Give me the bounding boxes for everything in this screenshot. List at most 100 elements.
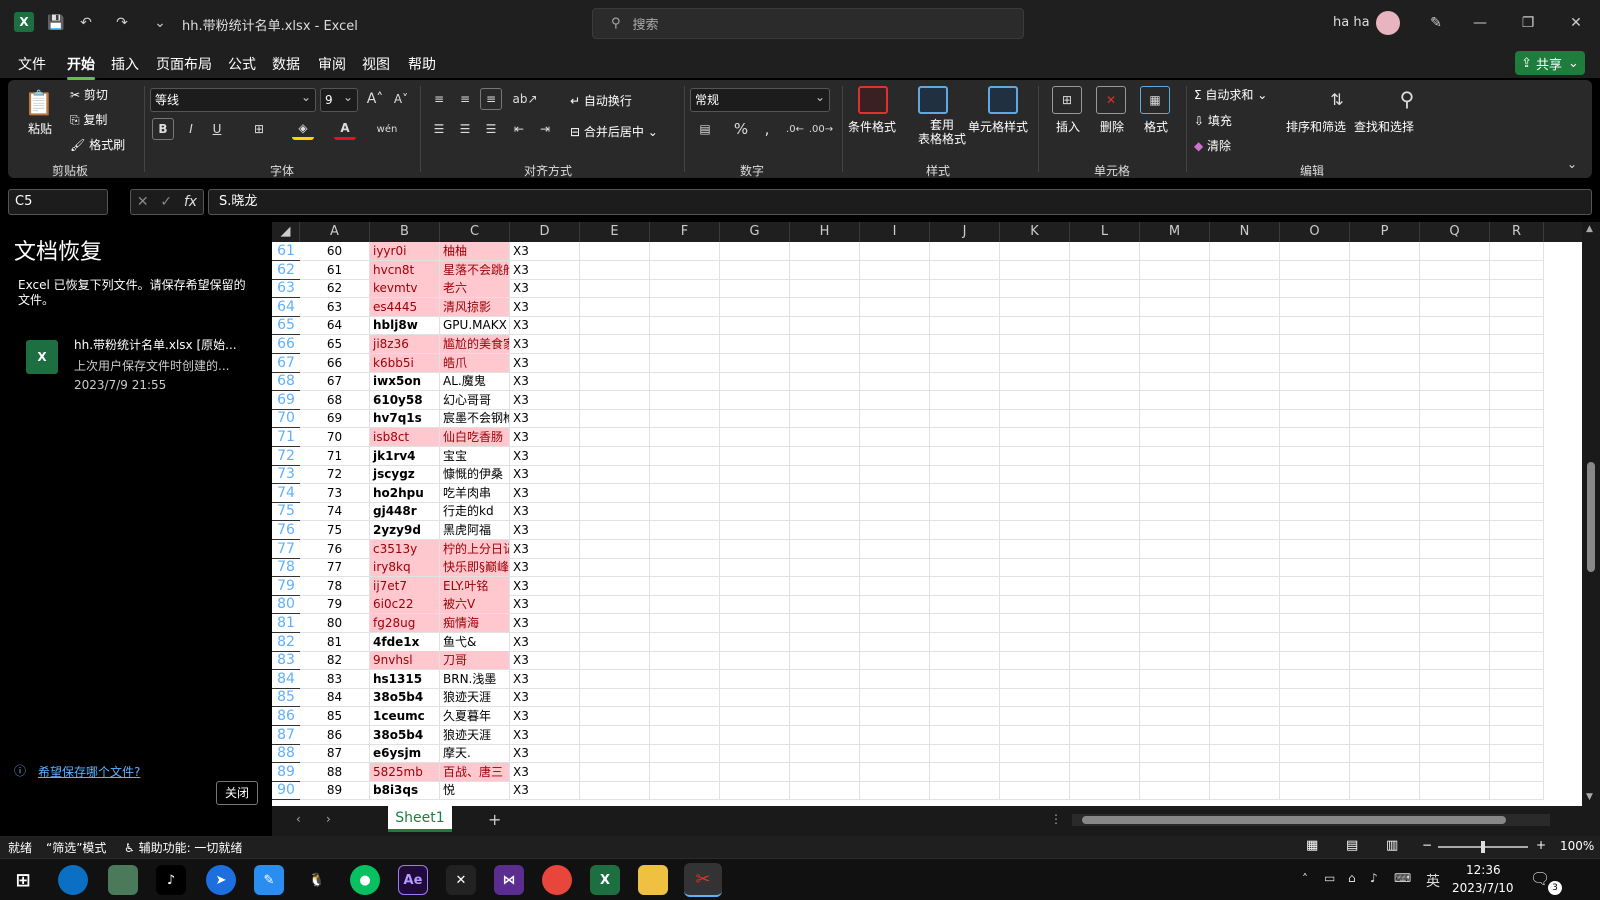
- align-center-icon[interactable]: ☰: [454, 118, 476, 140]
- delete-cells-icon[interactable]: ✕: [1096, 86, 1126, 114]
- cell-e[interactable]: [580, 781, 650, 801]
- cell-g[interactable]: [720, 297, 790, 317]
- cell-a[interactable]: 86: [300, 725, 370, 745]
- cell-e[interactable]: [580, 335, 650, 354]
- cell-p[interactable]: [1350, 651, 1420, 671]
- cell-h[interactable]: [790, 707, 860, 726]
- help-link[interactable]: 希望保存哪个文件?: [38, 763, 140, 780]
- cell-e[interactable]: [580, 409, 650, 429]
- align-middle-icon[interactable]: ≡: [454, 88, 476, 110]
- tiktok-icon[interactable]: ♪: [156, 865, 186, 895]
- cell-o[interactable]: [1280, 409, 1350, 429]
- cell-n[interactable]: [1210, 762, 1280, 782]
- cell-j[interactable]: [930, 707, 1000, 726]
- cell-c[interactable]: 久夏暮年: [440, 707, 510, 726]
- cell-n[interactable]: [1210, 707, 1280, 726]
- cell-f[interactable]: [650, 428, 720, 447]
- autosum-button[interactable]: Σ 自动求和 ⌄: [1194, 86, 1267, 103]
- format-cells-icon[interactable]: ▦: [1140, 86, 1170, 114]
- cell-j[interactable]: [930, 242, 1000, 261]
- next-sheet-icon[interactable]: ›: [326, 812, 331, 826]
- cell-q[interactable]: [1420, 260, 1490, 280]
- cell-m[interactable]: [1140, 372, 1210, 392]
- cell-p[interactable]: [1350, 632, 1420, 652]
- zoom-slider[interactable]: [1438, 841, 1528, 853]
- cell-n[interactable]: [1210, 260, 1280, 280]
- cell-l[interactable]: [1070, 465, 1140, 485]
- cell-h[interactable]: [790, 409, 860, 429]
- cell-a[interactable]: 82: [300, 651, 370, 671]
- cell-d[interactable]: X3: [510, 316, 580, 336]
- cell-styles-button[interactable]: 单元格样式: [968, 118, 1028, 135]
- cell-q[interactable]: [1420, 465, 1490, 485]
- sort-filter-icon[interactable]: ⇅: [1322, 84, 1352, 114]
- cell-q[interactable]: [1420, 669, 1490, 689]
- cell-h[interactable]: [790, 595, 860, 615]
- cell-q[interactable]: [1420, 707, 1490, 726]
- cell-h[interactable]: [790, 353, 860, 373]
- cell-l[interactable]: [1070, 669, 1140, 689]
- cell-a[interactable]: 83: [300, 669, 370, 689]
- cell-h[interactable]: [790, 781, 860, 801]
- cell-a[interactable]: 63: [300, 297, 370, 317]
- cell-c[interactable]: 摩天.: [440, 744, 510, 764]
- column-header-q[interactable]: Q: [1420, 222, 1490, 242]
- column-header-k[interactable]: K: [1000, 222, 1070, 242]
- cell-i[interactable]: [860, 707, 930, 726]
- tab-help[interactable]: 帮助: [408, 54, 436, 74]
- cell-f[interactable]: [650, 744, 720, 764]
- cell-p[interactable]: [1350, 483, 1420, 503]
- column-header-e[interactable]: E: [580, 222, 650, 242]
- cell-q[interactable]: [1420, 502, 1490, 522]
- cell-m[interactable]: [1140, 297, 1210, 317]
- cell-q[interactable]: [1420, 614, 1490, 633]
- cell-c[interactable]: ELY.叶铭: [440, 576, 510, 596]
- cell-o[interactable]: [1280, 316, 1350, 336]
- cell-e[interactable]: [580, 372, 650, 392]
- cell-k[interactable]: [1000, 465, 1070, 485]
- tab-page-layout[interactable]: 页面布局: [156, 54, 212, 74]
- cell-a[interactable]: 85: [300, 707, 370, 726]
- cell-h[interactable]: [790, 669, 860, 689]
- row-header[interactable]: 70: [272, 409, 300, 429]
- cell-f[interactable]: [650, 521, 720, 540]
- cell-o[interactable]: [1280, 595, 1350, 615]
- row-header[interactable]: 65: [272, 316, 300, 336]
- page-break-view-icon[interactable]: ▥: [1386, 838, 1398, 853]
- cell-e[interactable]: [580, 651, 650, 671]
- cell-c[interactable]: 慷慨的伊桑: [440, 465, 510, 485]
- cell-n[interactable]: [1210, 335, 1280, 354]
- cell-c[interactable]: 宸墨不会钢枪: [440, 409, 510, 429]
- network-icon[interactable]: ⌂: [1348, 871, 1356, 885]
- cell-h[interactable]: [790, 632, 860, 652]
- cell-o[interactable]: [1280, 762, 1350, 782]
- cell-j[interactable]: [930, 762, 1000, 782]
- cell-k[interactable]: [1000, 316, 1070, 336]
- cell-l[interactable]: [1070, 632, 1140, 652]
- cell-o[interactable]: [1280, 446, 1350, 466]
- cell-g[interactable]: [720, 316, 790, 336]
- cell-c[interactable]: 柠的上分日记: [440, 539, 510, 559]
- cell-l[interactable]: [1070, 595, 1140, 615]
- merge-center-button[interactable]: ⊟ 合并后居中 ⌄: [570, 123, 658, 140]
- cell-f[interactable]: [650, 576, 720, 596]
- cell-f[interactable]: [650, 614, 720, 633]
- cell-k[interactable]: [1000, 595, 1070, 615]
- column-header-d[interactable]: D: [510, 222, 580, 242]
- cell-l[interactable]: [1070, 428, 1140, 447]
- cell-b[interactable]: hvcn8t: [370, 260, 440, 280]
- cell-l[interactable]: [1070, 502, 1140, 522]
- save-icon[interactable]: 💾: [46, 13, 66, 33]
- cell-h[interactable]: [790, 446, 860, 466]
- cell-q[interactable]: [1420, 428, 1490, 447]
- cell-g[interactable]: [720, 260, 790, 280]
- cell-d[interactable]: X3: [510, 335, 580, 354]
- cell-g[interactable]: [720, 688, 790, 708]
- cell-p[interactable]: [1350, 297, 1420, 317]
- cell-k[interactable]: [1000, 242, 1070, 261]
- cell-p[interactable]: [1350, 372, 1420, 392]
- cell-n[interactable]: [1210, 651, 1280, 671]
- cell-p[interactable]: [1350, 781, 1420, 801]
- cell-m[interactable]: [1140, 279, 1210, 299]
- format-as-table-button[interactable]: 套用 表格格式: [918, 118, 966, 146]
